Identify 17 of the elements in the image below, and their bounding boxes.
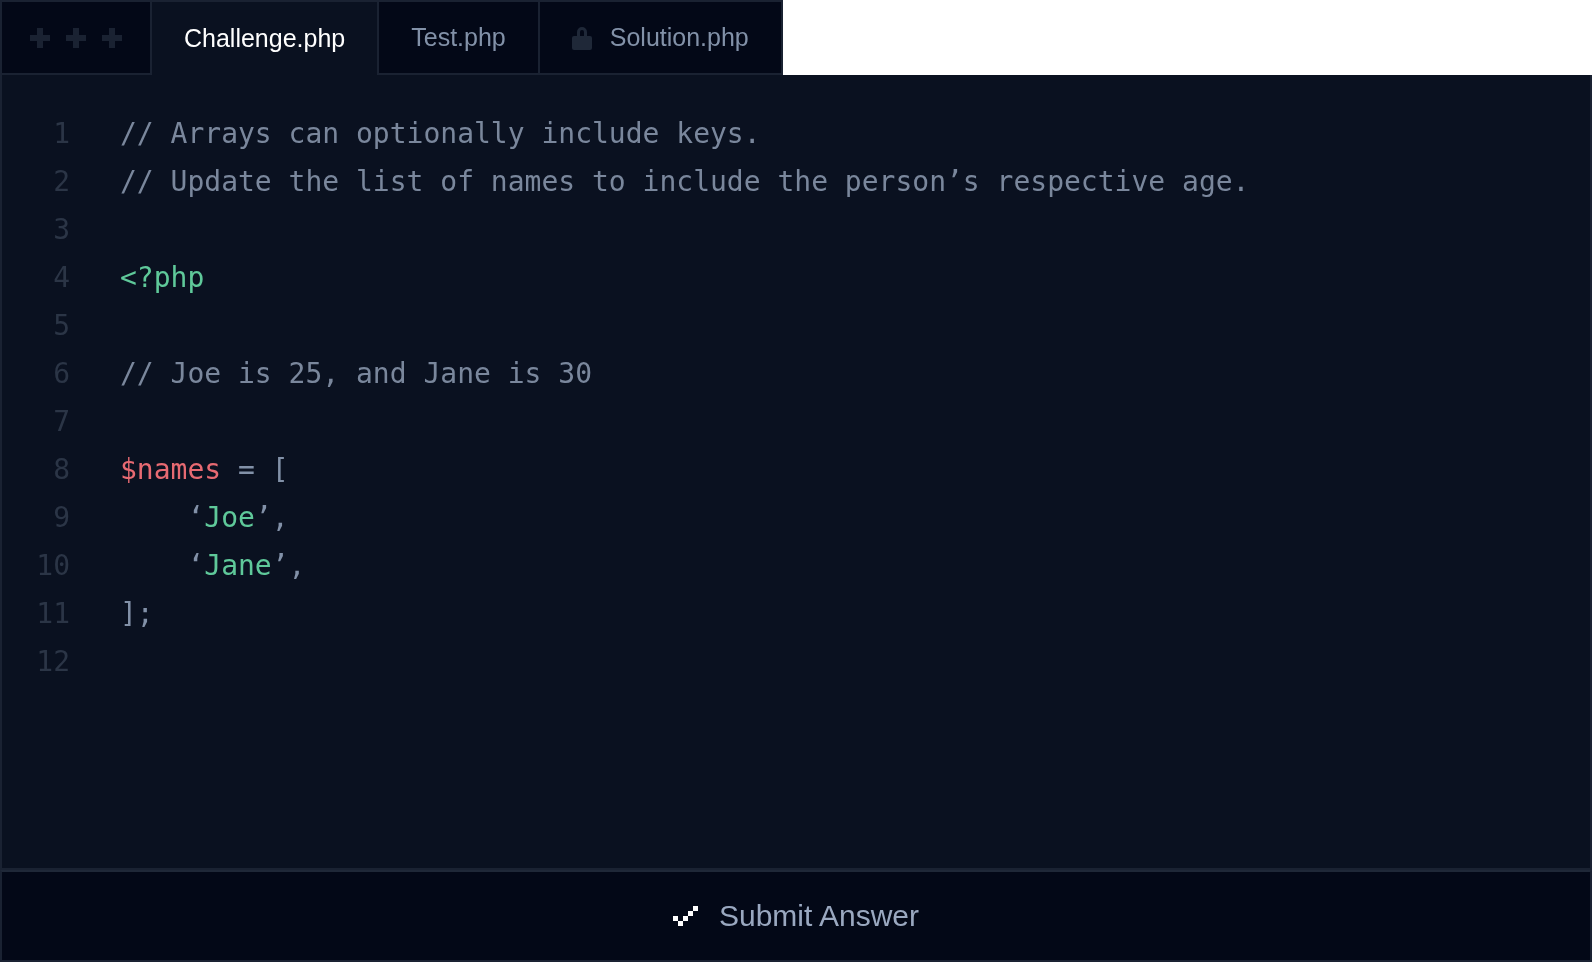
code-line: ‘Joe’, xyxy=(186,500,289,534)
file-tab[interactable]: Challenge.php xyxy=(150,0,378,75)
file-tab[interactable]: Solution.php xyxy=(537,0,781,75)
plus-icon[interactable] xyxy=(66,27,86,48)
file-tab[interactable]: Test.php xyxy=(377,0,538,75)
code-line: $names = [ xyxy=(120,452,289,486)
code-line: // Update the list of names to include the person’s respective age. xyxy=(120,164,1250,198)
submit-button[interactable]: Submit Answer xyxy=(662,893,930,939)
plus-icon[interactable] xyxy=(30,27,50,48)
checkmark-icon xyxy=(672,906,699,926)
plus-icon[interactable] xyxy=(102,27,122,48)
code-line: // Arrays can optionally include keys. xyxy=(120,116,761,150)
code-line: ]; xyxy=(120,596,154,630)
code-line: <?php xyxy=(120,260,205,294)
code-line: ‘Jane’, xyxy=(186,548,306,582)
code-line: // Joe is 25, and Jane is 30 xyxy=(120,356,592,390)
lock-icon xyxy=(571,25,592,50)
